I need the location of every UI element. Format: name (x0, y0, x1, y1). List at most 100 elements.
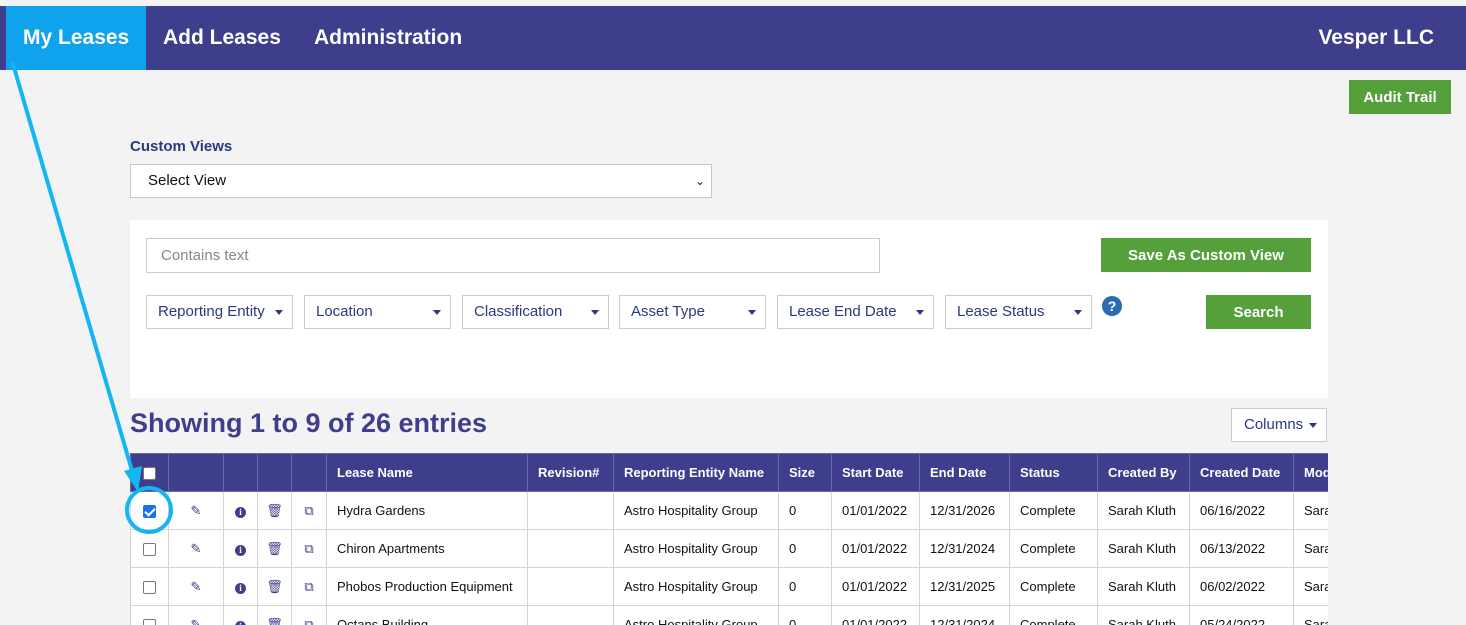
caret-down-icon (916, 310, 924, 315)
copy-icon[interactable]: ⧉ (304, 503, 313, 519)
copy-cell[interactable]: ⧉ (291, 605, 327, 625)
question-circle-icon[interactable]: ? (1102, 296, 1122, 316)
nav-administration[interactable]: Administration (297, 6, 479, 70)
cell-lease-name[interactable]: Phobos Production Equipment (326, 567, 528, 606)
cell-modified-by: Sara (1293, 491, 1328, 530)
custom-view-select[interactable]: Select View ⌄ (130, 164, 712, 198)
filter-location[interactable]: Location (304, 295, 451, 329)
cell-revision (527, 491, 614, 530)
cell-created-date: 06/16/2022 (1189, 491, 1294, 530)
pencil-icon[interactable]: ✎ (191, 617, 202, 625)
row-checkbox[interactable] (143, 619, 156, 625)
select-all-checkbox[interactable] (143, 467, 156, 481)
pencil-icon[interactable]: ✎ (191, 579, 202, 595)
edit-cell[interactable]: ✎ (168, 567, 224, 606)
pencil-icon[interactable]: ✎ (191, 541, 202, 557)
row-select-cell[interactable] (130, 567, 169, 606)
cell-created-date: 05/24/2022 (1189, 605, 1294, 625)
cell-end-date: 12/31/2024 (919, 529, 1010, 568)
copy-cell[interactable]: ⧉ (291, 529, 327, 568)
header-modified[interactable]: Modi (1293, 453, 1328, 492)
copy-icon[interactable]: ⧉ (304, 579, 313, 595)
header-reporting-entity-name[interactable]: Reporting Entity Name (613, 453, 779, 492)
trash-icon[interactable]: 🗑 (266, 541, 283, 557)
cell-end-date: 12/31/2024 (919, 605, 1010, 625)
delete-cell[interactable]: 🗑 (257, 491, 292, 530)
header-status[interactable]: Status (1009, 453, 1098, 492)
cell-created-by: Sarah Kluth (1097, 529, 1190, 568)
info-cell[interactable]: i (223, 491, 258, 530)
delete-cell[interactable]: 🗑 (257, 529, 292, 568)
custom-view-selected: Select View (148, 172, 227, 189)
cell-lease-name[interactable]: Octans Building (326, 605, 528, 625)
annotation-circle (125, 486, 173, 534)
edit-cell[interactable]: ✎ (168, 491, 224, 530)
cell-start-date: 01/01/2022 (831, 605, 920, 625)
search-button[interactable]: Search (1206, 295, 1311, 329)
nav-add-leases[interactable]: Add Leases (146, 6, 298, 70)
filter-label: Location (316, 303, 373, 320)
row-checkbox[interactable] (143, 581, 156, 595)
cell-lease-name[interactable]: Chiron Apartments (326, 529, 528, 568)
filter-reporting-entity[interactable]: Reporting Entity (146, 295, 293, 329)
filter-lease-end-date[interactable]: Lease End Date (777, 295, 934, 329)
header-end-date[interactable]: End Date (919, 453, 1010, 492)
cell-created-by: Sarah Kluth (1097, 567, 1190, 606)
header-created-date[interactable]: Created Date (1189, 453, 1294, 492)
cell-modified-by: Sara (1293, 529, 1328, 568)
chevron-down-icon: ⌄ (694, 174, 705, 188)
copy-cell[interactable]: ⧉ (291, 567, 327, 606)
cell-revision (527, 529, 614, 568)
nav-my-leases[interactable]: My Leases (6, 6, 147, 70)
cell-modified-by: Sara (1293, 605, 1328, 625)
filter-lease-status[interactable]: Lease Status (945, 295, 1092, 329)
columns-button[interactable]: Columns (1231, 408, 1327, 442)
delete-cell[interactable]: 🗑 (257, 567, 292, 606)
cell-end-date: 12/31/2026 (919, 491, 1010, 530)
filter-label: Reporting Entity (158, 303, 265, 320)
pencil-icon[interactable]: ✎ (191, 503, 202, 519)
save-custom-view-button[interactable]: Save As Custom View (1101, 238, 1311, 272)
edit-cell[interactable]: ✎ (168, 529, 224, 568)
caret-down-icon (433, 310, 441, 315)
cell-status: Complete (1009, 491, 1098, 530)
info-icon[interactable]: i (235, 545, 246, 556)
filter-classification[interactable]: Classification (462, 295, 609, 329)
table-row: ✎ i 🗑 ⧉ Chiron Apartments Astro Hospitality G… (130, 529, 1328, 568)
header-size[interactable]: Size (778, 453, 832, 492)
audit-trail-button[interactable]: Audit Trail (1349, 80, 1451, 114)
trash-icon[interactable]: 🗑 (266, 617, 283, 625)
cell-reporting-entity: Astro Hospitality Group (613, 529, 779, 568)
copy-icon[interactable]: ⧉ (304, 541, 313, 557)
header-start-date[interactable]: Start Date (831, 453, 920, 492)
leases-table: Lease Name Revision# Reporting Entity Na… (130, 453, 1328, 625)
cell-created-by: Sarah Kluth (1097, 491, 1190, 530)
delete-cell[interactable]: 🗑 (257, 605, 292, 625)
edit-cell[interactable]: ✎ (168, 605, 224, 625)
trash-icon[interactable]: 🗑 (266, 579, 283, 595)
filter-asset-type[interactable]: Asset Type (619, 295, 766, 329)
trash-icon[interactable]: 🗑 (266, 503, 283, 519)
info-cell[interactable]: i (223, 567, 258, 606)
leases-table-container: Lease Name Revision# Reporting Entity Na… (130, 453, 1328, 625)
info-icon[interactable]: i (235, 583, 246, 594)
caret-down-icon (1309, 423, 1317, 428)
edit-col-header (168, 453, 224, 492)
search-input[interactable]: Contains text (146, 238, 880, 273)
cell-lease-name[interactable]: Hydra Gardens (326, 491, 528, 530)
header-created-by[interactable]: Created By (1097, 453, 1190, 492)
row-checkbox[interactable] (143, 543, 156, 557)
info-cell[interactable]: i (223, 529, 258, 568)
copy-cell[interactable]: ⧉ (291, 491, 327, 530)
cell-start-date: 01/01/2022 (831, 491, 920, 530)
cell-reporting-entity: Astro Hospitality Group (613, 491, 779, 530)
caret-down-icon (275, 310, 283, 315)
info-cell[interactable]: i (223, 605, 258, 625)
header-lease-name[interactable]: Lease Name (326, 453, 528, 492)
row-select-cell[interactable] (130, 605, 169, 625)
header-revision[interactable]: Revision# (527, 453, 614, 492)
info-icon[interactable]: i (235, 507, 246, 518)
info-icon[interactable]: i (235, 621, 246, 625)
copy-icon[interactable]: ⧉ (304, 617, 313, 625)
row-select-cell[interactable] (130, 529, 169, 568)
